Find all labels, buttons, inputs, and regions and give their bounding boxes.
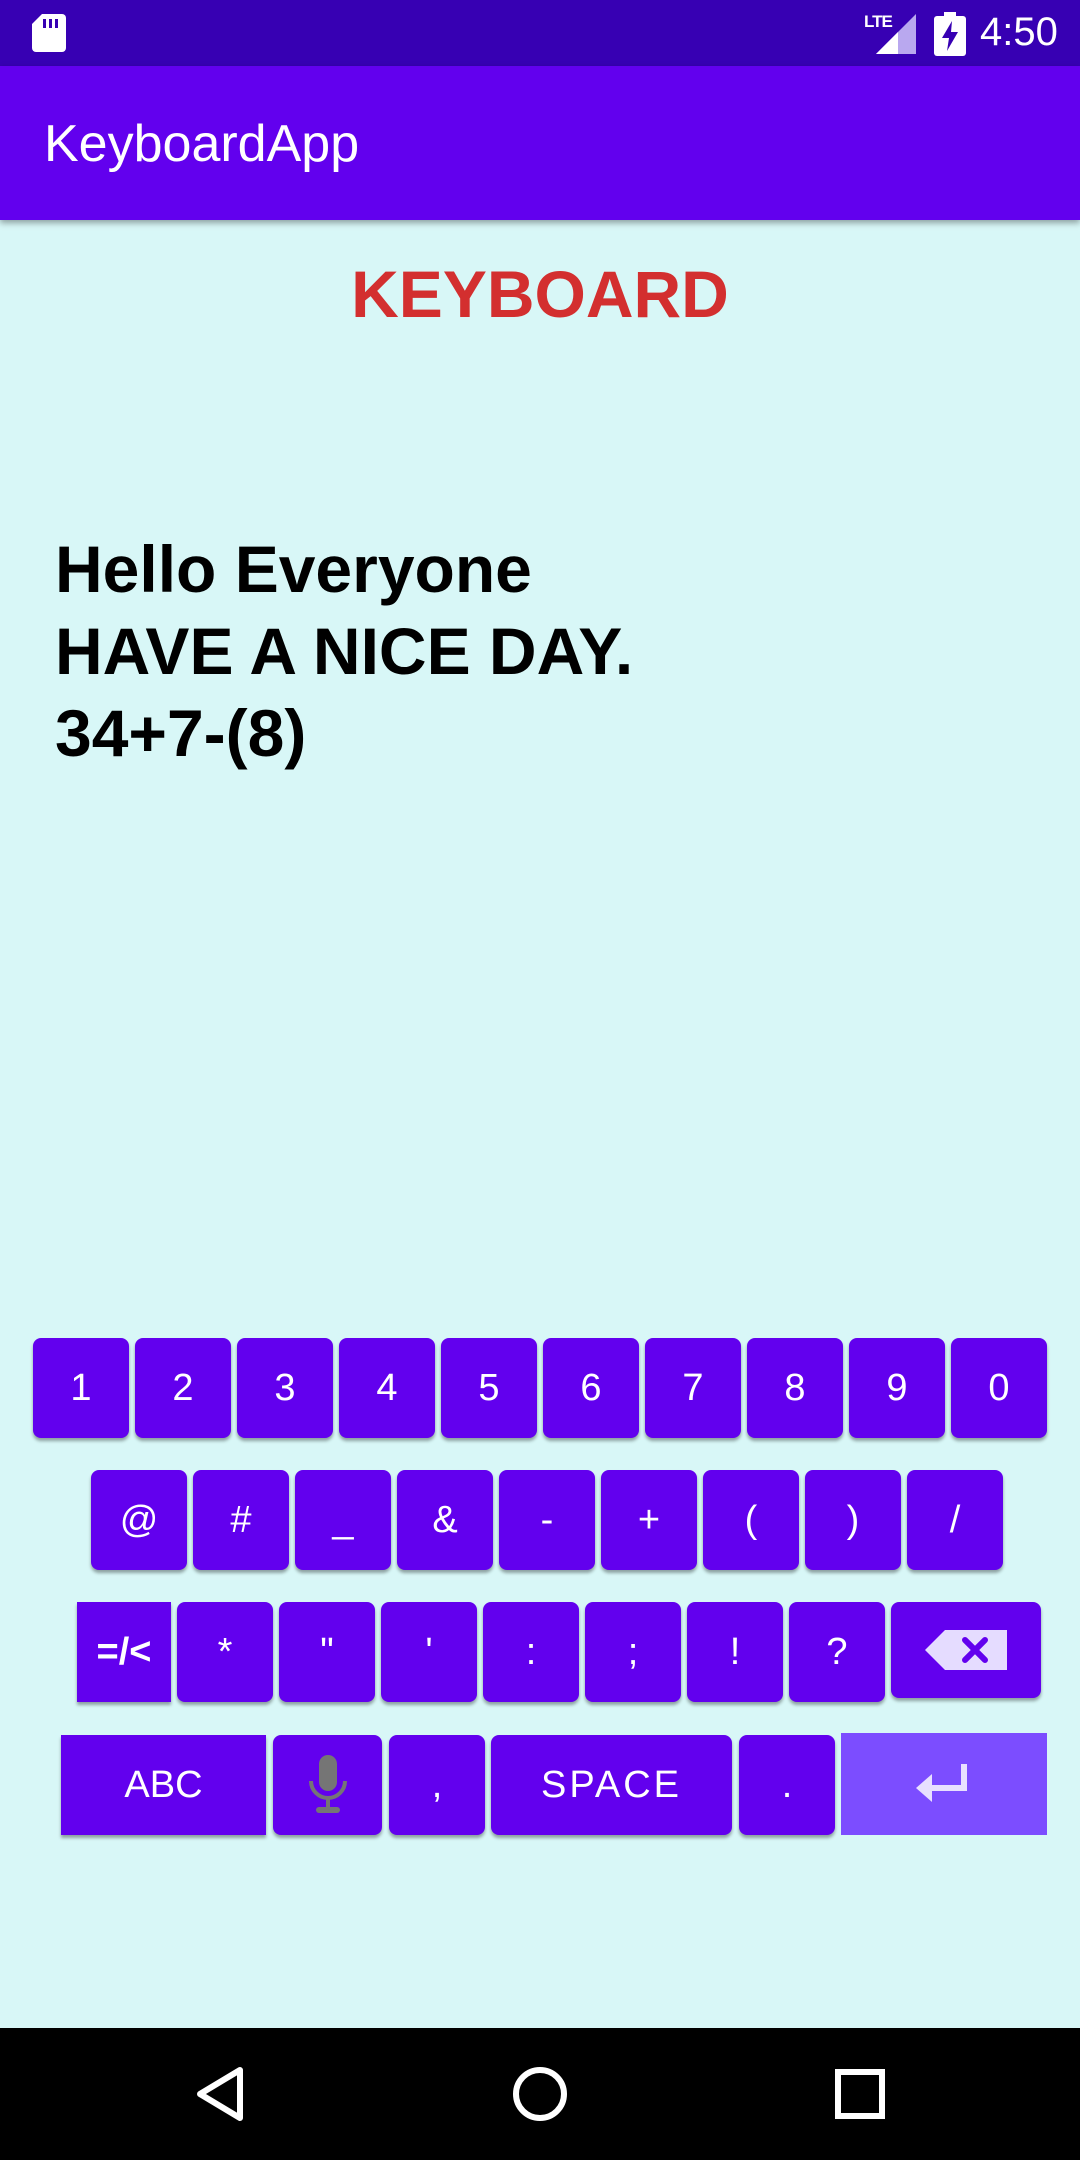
- key-minus[interactable]: -: [499, 1470, 595, 1570]
- key-single-quote[interactable]: ': [381, 1602, 477, 1702]
- page-heading: KEYBOARD: [351, 257, 729, 331]
- key-close-paren[interactable]: ): [805, 1470, 901, 1570]
- backspace-key[interactable]: [891, 1602, 1041, 1698]
- recents-icon[interactable]: [828, 2062, 892, 2126]
- sd-card-icon: [32, 14, 66, 52]
- key-double-quote[interactable]: ": [279, 1602, 375, 1702]
- key-hash[interactable]: #: [193, 1470, 289, 1570]
- enter-key[interactable]: [841, 1733, 1047, 1835]
- key-7[interactable]: 7: [645, 1338, 741, 1438]
- key-slash[interactable]: /: [907, 1470, 1003, 1570]
- key-colon[interactable]: :: [483, 1602, 579, 1702]
- key-semicolon[interactable]: ;: [585, 1602, 681, 1702]
- text-line: HAVE A NICE DAY.: [55, 614, 634, 688]
- mic-key[interactable]: [273, 1735, 382, 1835]
- app-bar: KeyboardApp: [0, 66, 1080, 220]
- key-3[interactable]: 3: [237, 1338, 333, 1438]
- key-abc[interactable]: ABC: [61, 1735, 266, 1835]
- key-space[interactable]: SPACE: [491, 1735, 732, 1835]
- key-symbols-toggle[interactable]: =/<: [77, 1602, 171, 1702]
- microphone-icon: [308, 1755, 347, 1813]
- key-5[interactable]: 5: [441, 1338, 537, 1438]
- text-line: 34+7-(8): [55, 696, 307, 770]
- backspace-icon: [925, 1630, 1007, 1670]
- key-2[interactable]: 2: [135, 1338, 231, 1438]
- key-question[interactable]: ?: [789, 1602, 885, 1702]
- key-underscore[interactable]: _: [295, 1470, 391, 1570]
- navigation-bar: [0, 2028, 1080, 2160]
- key-8[interactable]: 8: [747, 1338, 843, 1438]
- key-4[interactable]: 4: [339, 1338, 435, 1438]
- home-icon[interactable]: [508, 2062, 572, 2126]
- key-1[interactable]: 1: [33, 1338, 129, 1438]
- key-ampersand[interactable]: &: [397, 1470, 493, 1570]
- clock: 4:50: [980, 10, 1058, 54]
- text-line: Hello Everyone: [55, 532, 532, 606]
- key-plus[interactable]: +: [601, 1470, 697, 1570]
- key-9[interactable]: 9: [849, 1338, 945, 1438]
- key-comma[interactable]: ,: [389, 1735, 485, 1835]
- key-0[interactable]: 0: [951, 1338, 1047, 1438]
- key-open-paren[interactable]: (: [703, 1470, 799, 1570]
- back-icon[interactable]: [188, 2062, 252, 2126]
- key-asterisk[interactable]: *: [177, 1602, 273, 1702]
- battery-charging-icon: [934, 12, 966, 56]
- status-bar: LTE 4:50: [0, 0, 1080, 66]
- signal-icon: [876, 14, 916, 54]
- key-period[interactable]: .: [739, 1735, 835, 1835]
- enter-icon: [916, 1764, 967, 1802]
- app-title: KeyboardApp: [44, 115, 360, 173]
- typed-text-view[interactable]: Hello Everyone HAVE A NICE DAY. 34+7-(8): [55, 528, 633, 774]
- key-6[interactable]: 6: [543, 1338, 639, 1438]
- key-at[interactable]: @: [91, 1470, 187, 1570]
- key-exclamation[interactable]: !: [687, 1602, 783, 1702]
